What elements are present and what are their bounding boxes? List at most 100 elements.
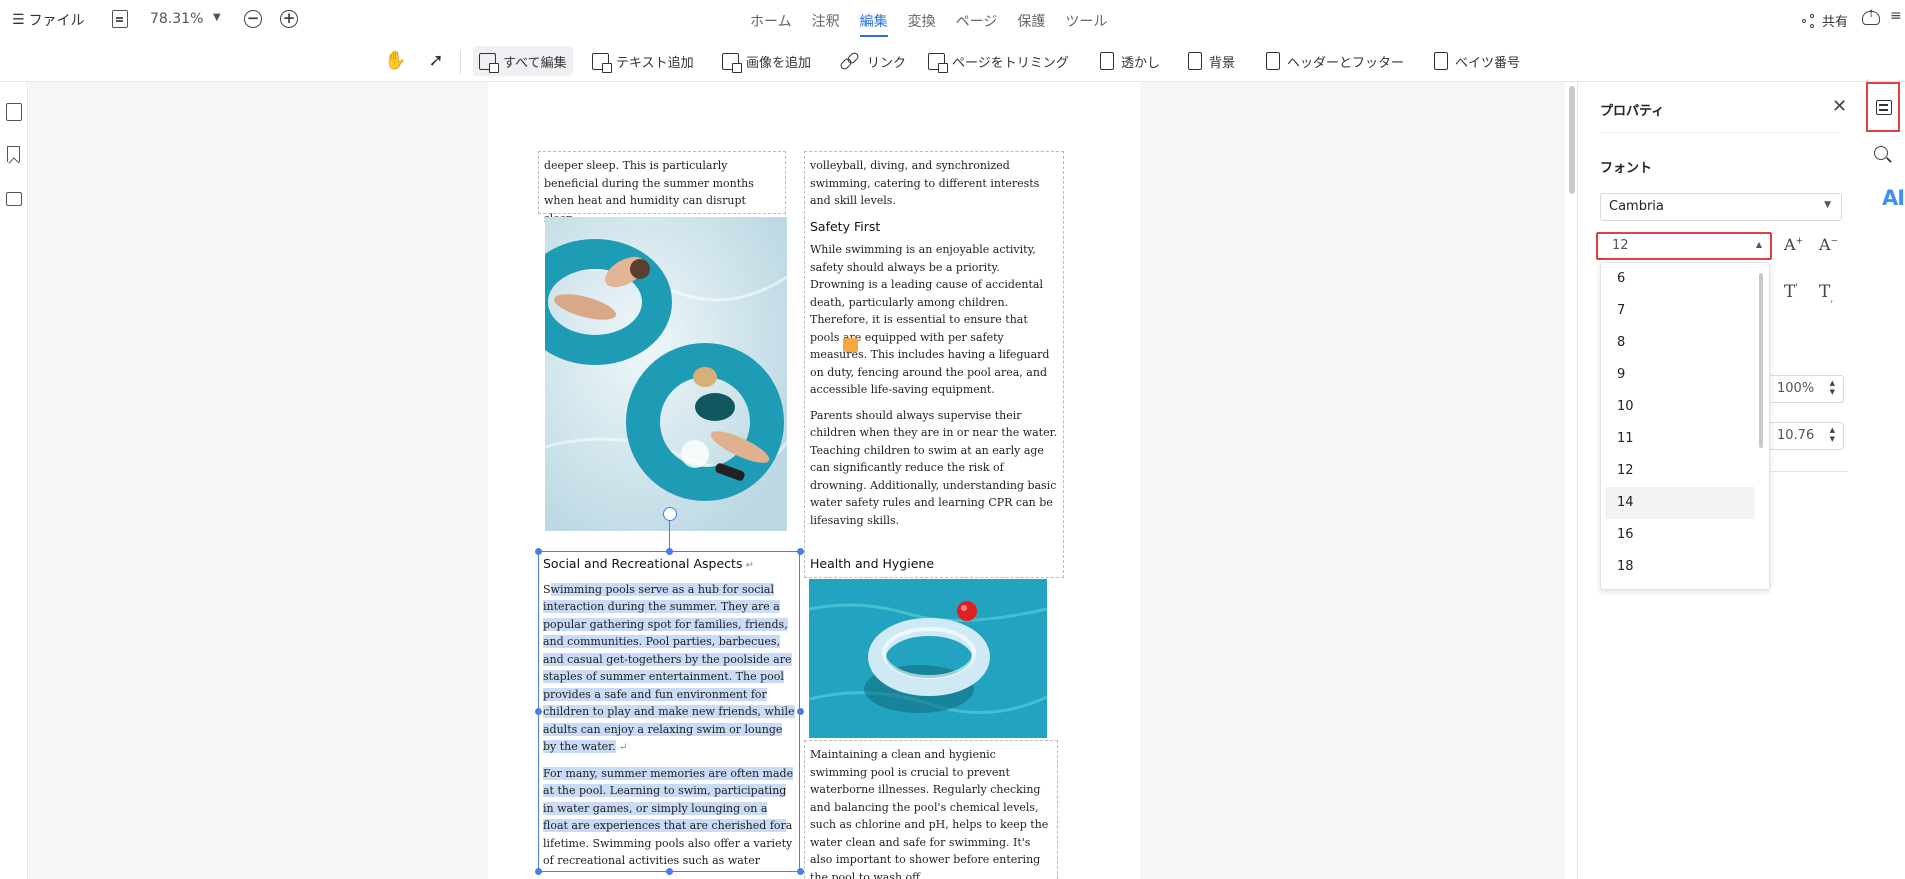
pool-floats-photo[interactable] — [545, 217, 787, 531]
link-icon — [840, 51, 860, 71]
heading-health: Health and Hygiene — [810, 556, 935, 571]
decrease-font-size-button[interactable]: A− — [1819, 235, 1838, 254]
text-block-health[interactable]: Maintaining a clean and hygienic swimmin… — [804, 740, 1058, 879]
header-footer-icon — [1266, 52, 1280, 70]
zoom-out-button[interactable]: − — [244, 10, 262, 28]
file-menu-button[interactable]: ☰ ファイル — [12, 10, 85, 30]
top-bar: ☰ ファイル 78.31% ▼ − + ホーム 注釈 編集 変換 ページ 保護 … — [0, 0, 1905, 40]
dropdown-scrollbar[interactable] — [1759, 273, 1763, 448]
subscript-button[interactable]: T, — [1819, 282, 1833, 304]
tab-edit[interactable]: 編集 — [850, 11, 898, 37]
add-image-button[interactable]: 画像を追加 — [716, 46, 817, 76]
size-option[interactable]: 16 — [1601, 519, 1769, 551]
background-label: 背景 — [1209, 55, 1236, 71]
char-scale-value: 100% — [1777, 381, 1815, 396]
size-option[interactable]: 11 — [1601, 423, 1769, 455]
crop-page-button[interactable]: ページをトリミング — [922, 46, 1075, 76]
font-size-select[interactable]: 12 ▲ — [1596, 232, 1772, 260]
paragraph-social-1: Swimming pools serve as a hub for social… — [543, 582, 795, 753]
increase-font-size-button[interactable]: A+ — [1784, 235, 1803, 254]
pool-ring-illustration — [809, 579, 1047, 738]
select-tool-button[interactable]: ➚ — [420, 46, 452, 76]
chevron-down-icon: ▼ — [1824, 200, 1831, 210]
cloud-upload-icon[interactable] — [1862, 9, 1880, 25]
size-option[interactable]: 12 — [1601, 455, 1769, 487]
watermark-icon — [1100, 52, 1114, 70]
tab-protect[interactable]: 保護 — [1007, 11, 1055, 33]
page-view-icon[interactable] — [112, 10, 128, 28]
font-size-dropdown: 6 7 8 9 10 11 12 14 16 18 — [1600, 262, 1770, 590]
collapse-icon[interactable]: ≡ — [1890, 8, 1902, 24]
edit-all-button[interactable]: すべて編集 — [473, 46, 573, 76]
tab-annotate[interactable]: 注釈 — [802, 11, 850, 33]
bates-number-label: ベイツ番号 — [1455, 55, 1521, 71]
tab-page[interactable]: ページ — [946, 11, 1008, 33]
bates-number-button[interactable]: ベイツ番号 — [1428, 46, 1526, 76]
stepper-arrows-icon[interactable]: ▲ ▼ — [1830, 426, 1835, 444]
toolbar-divider — [460, 50, 461, 74]
line-spacing-field[interactable]: 10.76 ▲ ▼ — [1766, 422, 1844, 450]
tab-tools[interactable]: ツール — [1055, 11, 1117, 33]
properties-title: プロパティ — [1600, 104, 1665, 119]
add-text-button[interactable]: テキスト追加 — [586, 46, 700, 76]
comment-note-icon[interactable] — [843, 338, 858, 352]
superscript-button[interactable]: T' — [1784, 282, 1798, 302]
properties-icon — [1876, 100, 1892, 115]
watermark-label: 透かし — [1121, 55, 1161, 71]
link-label: リンク — [867, 55, 907, 71]
cursor-arrow-icon: ➚ — [428, 50, 444, 71]
edit-pen-icon — [479, 52, 499, 73]
zoom-level[interactable]: 78.31% — [150, 11, 203, 27]
pool-ring-photo[interactable] — [809, 579, 1047, 738]
tab-convert[interactable]: 変換 — [898, 11, 946, 33]
size-option-hovered[interactable]: 14 — [1605, 487, 1755, 519]
hand-tool-button[interactable]: ✋ — [378, 46, 410, 76]
thumbnail-icon[interactable] — [6, 103, 22, 121]
size-option[interactable]: 8 — [1601, 327, 1769, 359]
document-scrollbar[interactable] — [1569, 86, 1575, 194]
text-block-col1-top[interactable]: deeper sleep. This is particularly benef… — [538, 151, 786, 225]
watermark-button[interactable]: 透かし — [1094, 46, 1166, 76]
size-option[interactable]: 9 — [1601, 359, 1769, 391]
text-block-social[interactable]: Social and Recreational Aspects ↵ Swimmi… — [538, 551, 800, 872]
zoom-in-button[interactable]: + — [280, 10, 298, 28]
font-family-select[interactable]: Cambria ▼ — [1600, 193, 1842, 221]
font-size-value: 12 — [1612, 238, 1629, 253]
rotate-handle[interactable] — [663, 507, 677, 521]
size-option[interactable]: 10 — [1601, 391, 1769, 423]
text-frame-icon — [592, 52, 612, 73]
stepper-arrows-icon[interactable]: ▲ ▼ — [1830, 379, 1835, 397]
share-button[interactable]: 共有 — [1802, 11, 1848, 30]
char-scale-field[interactable]: 100% ▲ ▼ — [1766, 375, 1844, 403]
paragraph-social-2: For many, summer memories are often made… — [543, 766, 794, 867]
paragraph-safety-1: While swimming is an enjoyable activity,… — [810, 243, 1050, 396]
font-section-label: フォント — [1600, 161, 1653, 176]
left-sidebar — [0, 82, 28, 879]
header-footer-button[interactable]: ヘッダーとフッター — [1260, 46, 1410, 76]
search-icon[interactable] — [1874, 146, 1888, 160]
share-icon — [1802, 13, 1816, 28]
close-properties-button[interactable]: ✕ — [1832, 96, 1847, 117]
size-option[interactable]: 7 — [1601, 295, 1769, 327]
main-tabs: ホーム 注釈 編集 変換 ページ 保護 ツール — [740, 11, 1117, 37]
size-option[interactable]: 6 — [1601, 263, 1769, 295]
bookmark-icon[interactable] — [7, 146, 20, 162]
zoom-dropdown-caret[interactable]: ▼ — [213, 12, 221, 23]
edit-toolbar: ✋ ➚ すべて編集 テキスト追加 画像を追加 リンク ページをトリミング 透かし… — [0, 40, 1905, 82]
heading-social: Social and Recreational Aspects ↵ — [543, 556, 755, 571]
rotate-handle-line — [669, 521, 670, 551]
link-button[interactable]: リンク — [834, 46, 912, 76]
image-icon — [722, 52, 742, 73]
bates-number-icon — [1434, 52, 1448, 70]
tab-home[interactable]: ホーム — [740, 11, 802, 33]
properties-panel: プロパティ ✕ フォント Cambria ▼ 12 ▲ A+ A− T' T, … — [1577, 82, 1862, 879]
background-button[interactable]: 背景 — [1182, 46, 1241, 76]
header-footer-label: ヘッダーとフッター — [1287, 55, 1405, 71]
close-icon: ✕ — [1832, 96, 1848, 117]
size-option[interactable]: 18 — [1601, 551, 1769, 583]
comment-icon[interactable] — [6, 192, 22, 206]
properties-panel-toggle[interactable] — [1866, 82, 1900, 132]
ai-assistant-icon[interactable]: AI — [1882, 186, 1905, 210]
text-block-col2[interactable]: volleyball, diving, and synchronized swi… — [804, 151, 1064, 578]
properties-divider-2 — [1766, 471, 1848, 472]
